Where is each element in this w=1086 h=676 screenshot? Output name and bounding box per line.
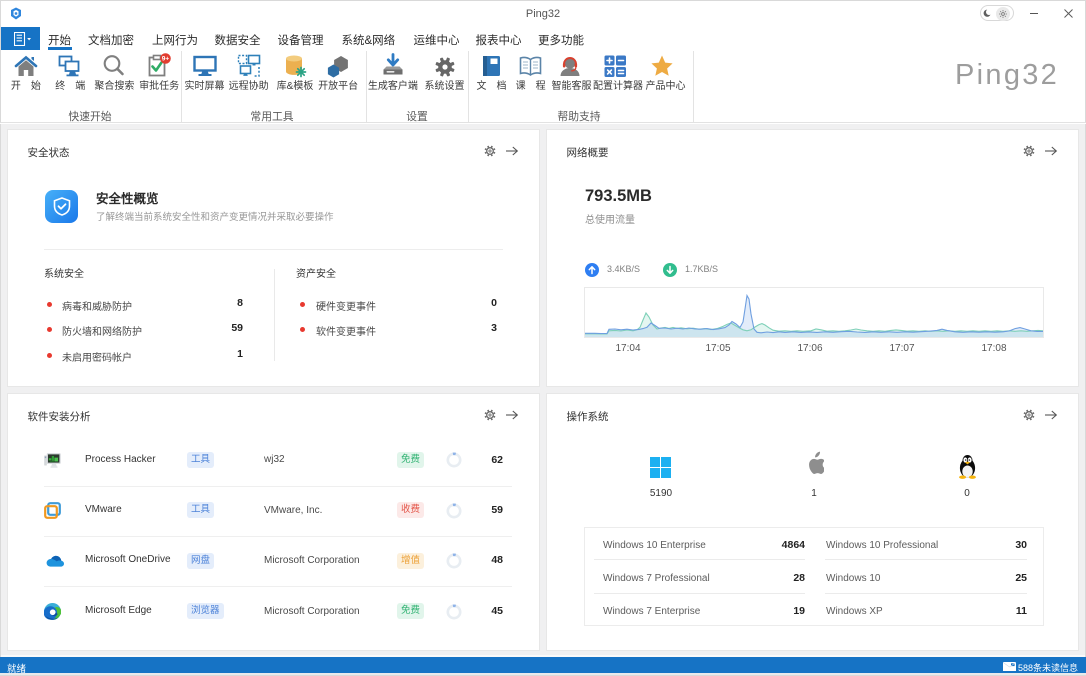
svg-text:9+: 9+ xyxy=(162,56,170,63)
